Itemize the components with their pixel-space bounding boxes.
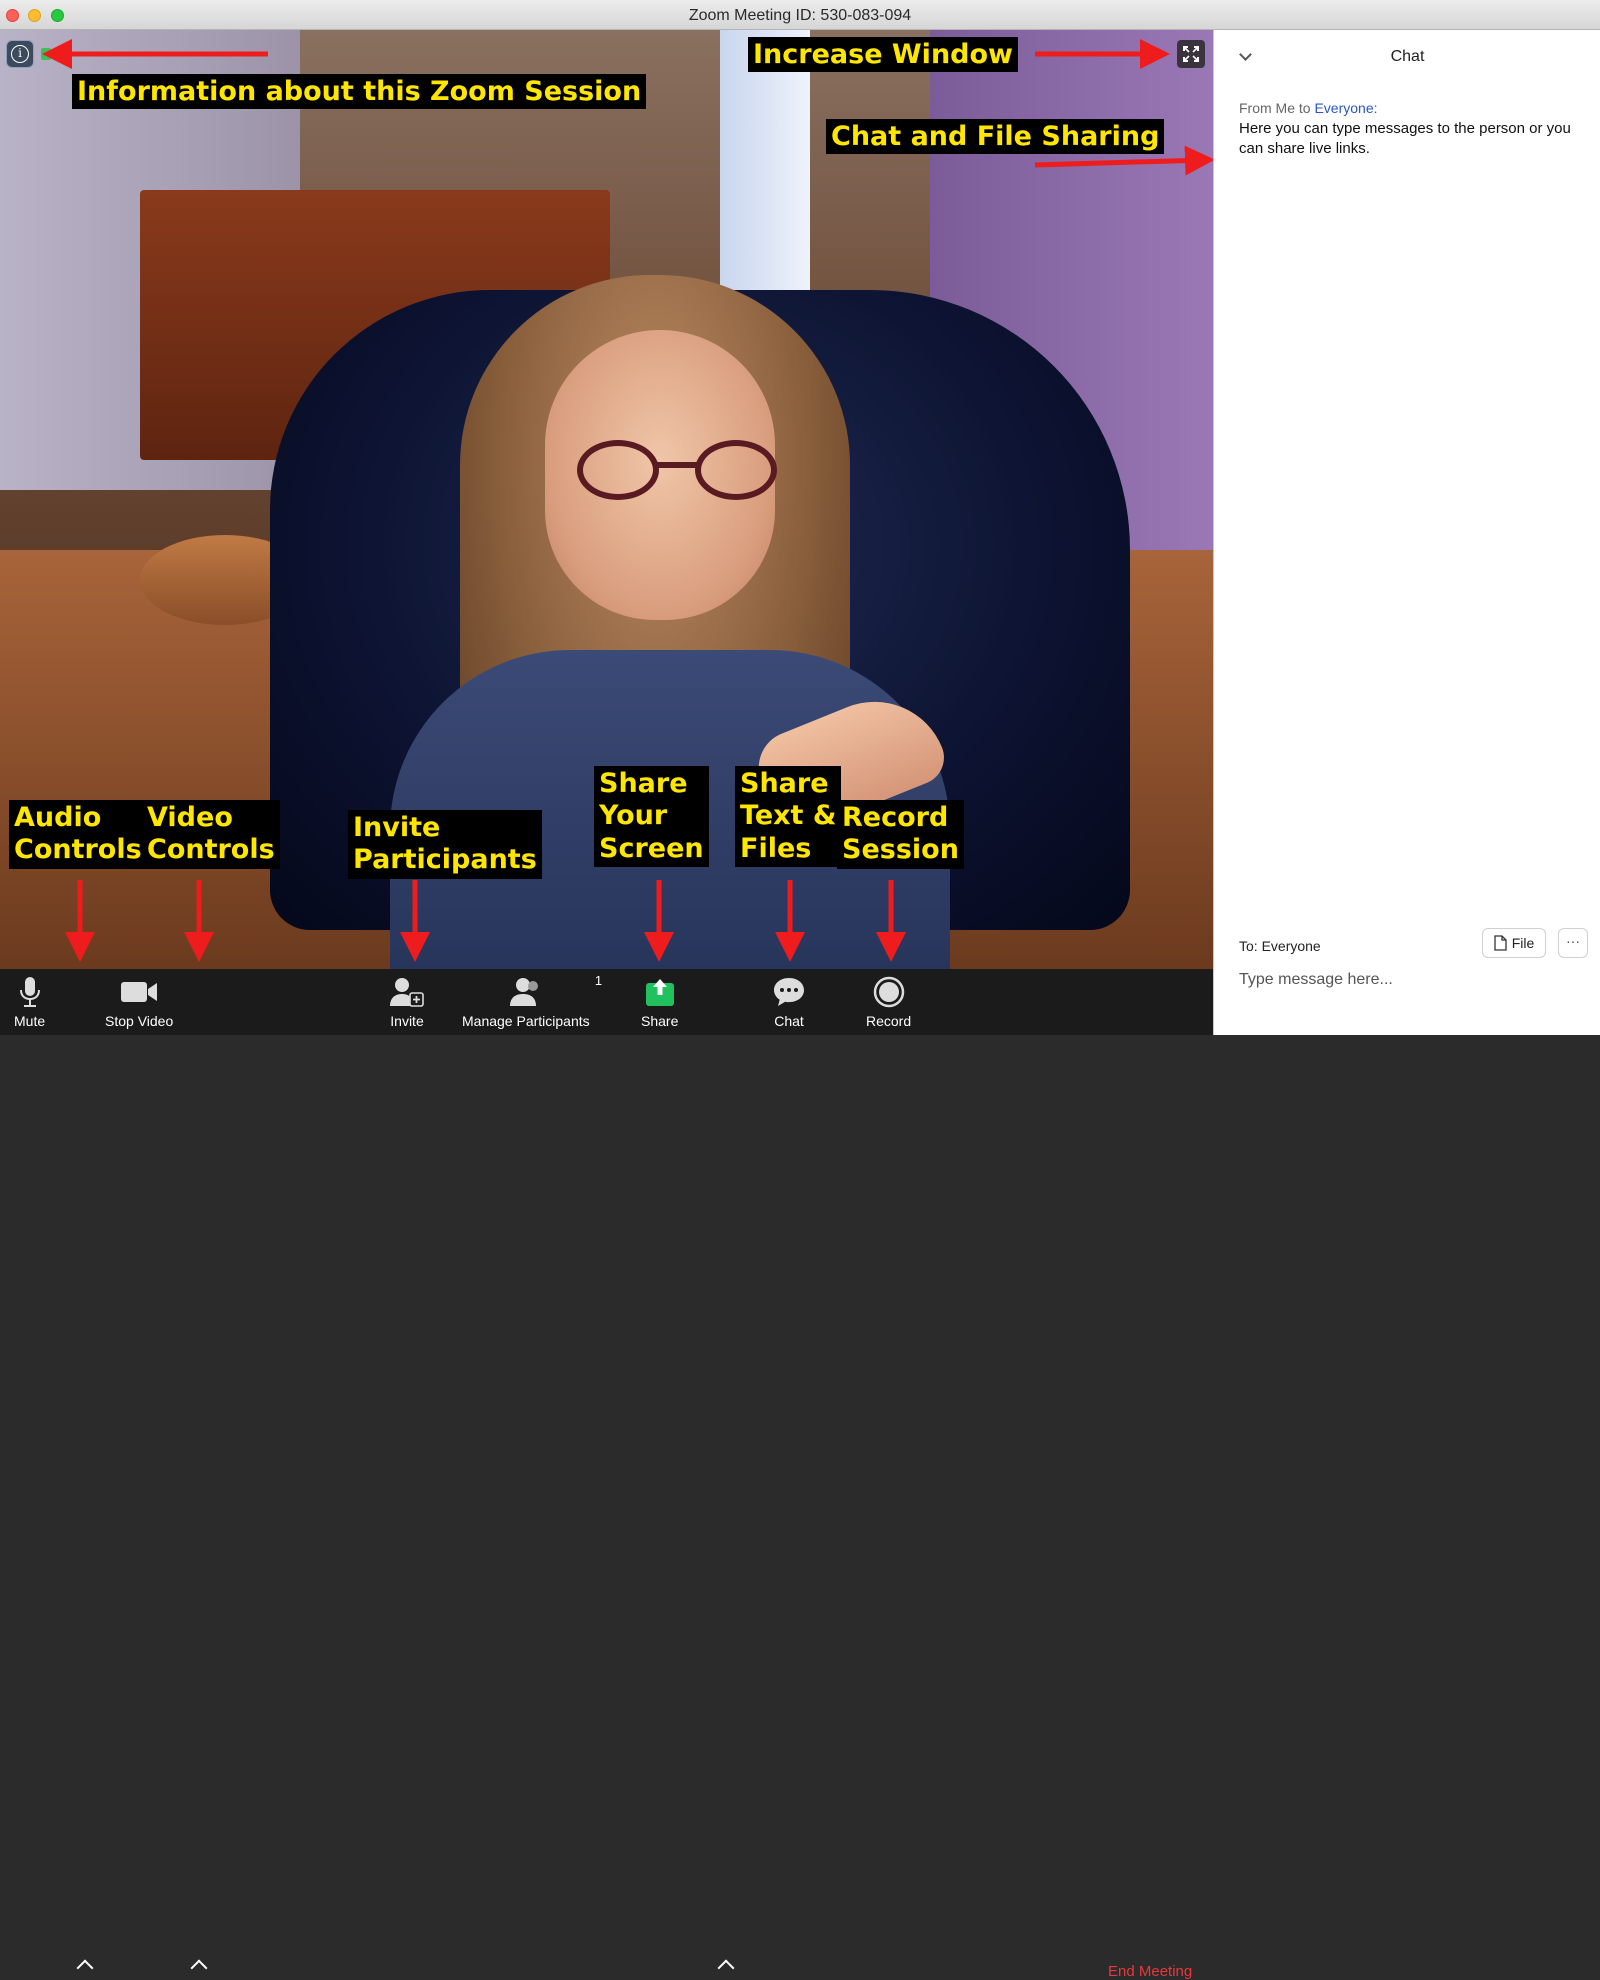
chat-message-sender: From Me to Everyone:	[1239, 100, 1378, 116]
arrow-to-chat	[1034, 145, 1213, 176]
chat-recipient-selector[interactable]: To: Everyone	[1239, 938, 1321, 954]
participant-count-badge: 1	[594, 973, 603, 988]
chat-message-recipient: Everyone:	[1314, 100, 1378, 116]
invite-label: Invite	[390, 1013, 424, 1029]
video-camera-icon	[120, 975, 158, 1009]
record-label: Record	[866, 1013, 912, 1029]
audio-options-chevron-up-icon[interactable]	[76, 1959, 94, 1977]
chat-more-options-button[interactable]: ···	[1558, 928, 1588, 958]
end-meeting-button[interactable]: End Meeting	[1108, 1963, 1192, 1980]
invite-person-icon	[389, 975, 425, 1009]
chat-message-from-prefix: From Me to	[1239, 100, 1315, 116]
file-button-label: File	[1511, 935, 1535, 951]
invite-button[interactable]: Invite	[389, 975, 425, 1029]
record-icon	[873, 975, 905, 1009]
video-options-chevron-up-icon[interactable]	[190, 1959, 208, 1977]
stop-video-button[interactable]: Stop Video	[105, 975, 173, 1029]
manage-participants-button[interactable]: 1 Manage Participants	[462, 973, 602, 1029]
manage-participants-label: Manage Participants	[462, 1013, 590, 1029]
participants-icon: 1	[507, 973, 602, 1009]
microphone-icon	[19, 975, 41, 1009]
file-icon	[1494, 935, 1507, 951]
share-screen-button[interactable]: Share	[641, 975, 678, 1029]
stop-video-label: Stop Video	[105, 1013, 174, 1029]
record-button[interactable]: Record	[866, 975, 911, 1029]
chat-button[interactable]: Chat	[772, 975, 806, 1029]
meeting-toolbar: Mute Stop Video Invite 1 Manage Particip…	[0, 969, 1213, 1980]
chat-message-text: Here you can type messages to the person…	[1239, 120, 1571, 157]
annotation-arrows	[42, 39, 1213, 962]
chat-message-input[interactable]	[1239, 966, 1584, 994]
share-options-chevron-up-icon[interactable]	[717, 1959, 735, 1977]
mute-label: Mute	[14, 1013, 46, 1029]
share-screen-icon	[645, 975, 675, 1009]
share-label: Share	[641, 1013, 679, 1029]
file-button[interactable]: File	[1482, 928, 1546, 958]
chat-bubble-icon	[772, 975, 806, 1009]
chat-title: Chat	[1390, 48, 1425, 65]
chat-panel: Chat From Me to Everyone: Here you can t…	[1213, 30, 1600, 1035]
mute-button[interactable]: Mute	[14, 975, 45, 1029]
chat-label: Chat	[774, 1013, 804, 1029]
